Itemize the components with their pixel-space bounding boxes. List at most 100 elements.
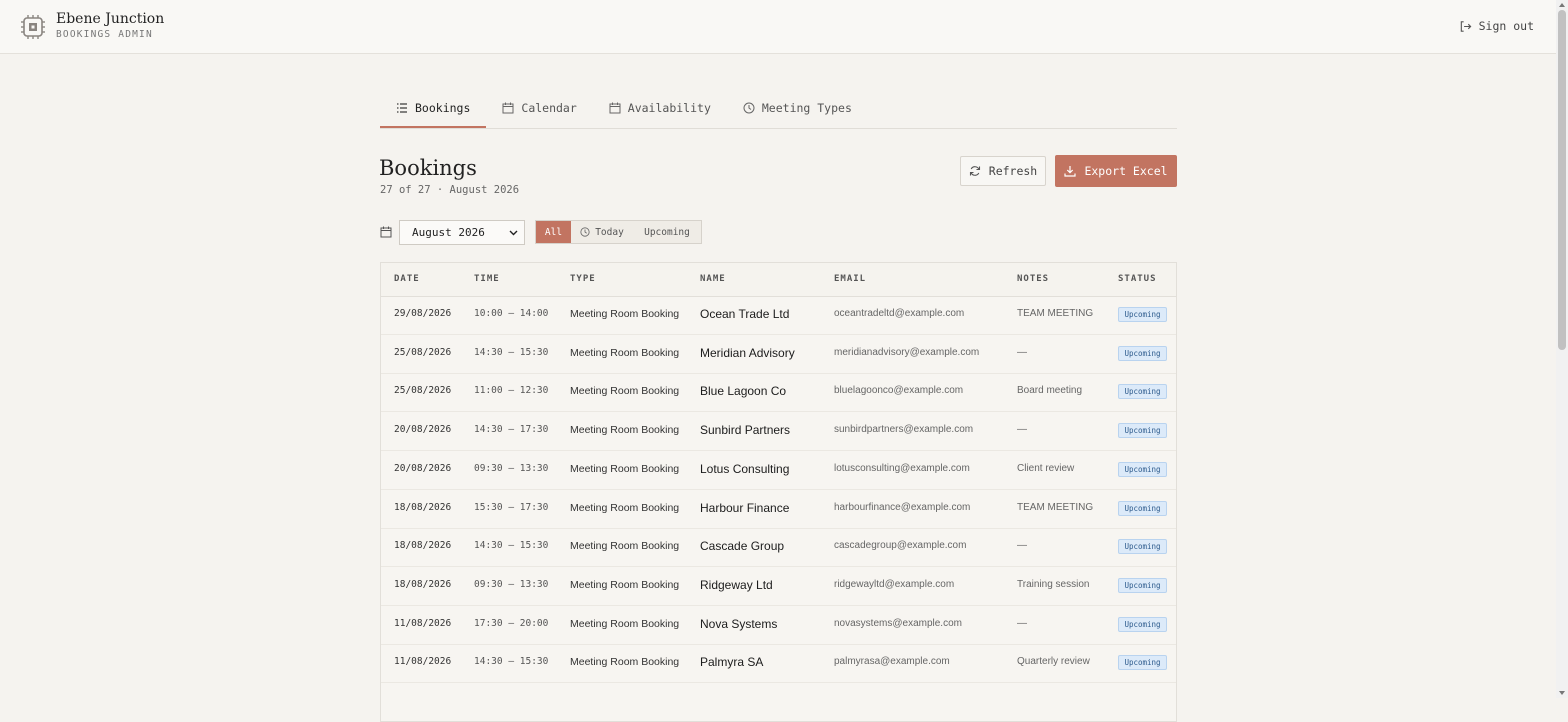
row-notes: TEAM MEETING [1017, 501, 1094, 513]
status-badge: Upcoming [1118, 577, 1167, 593]
scroll-up-arrow-icon[interactable] [1559, 3, 1565, 7]
main-tabs: Bookings Calendar Availability Meeting T… [380, 89, 1177, 129]
scroll-thumb[interactable] [1558, 10, 1566, 350]
tab-calendar[interactable]: Calendar [486, 89, 592, 127]
table-row[interactable]: 25/08/2026 14:30 – 15:30 Meeting Room Book… [381, 335, 1176, 374]
brand-name: Ebene Junction [56, 11, 165, 27]
table-row[interactable]: 18/08/2026 09:30 – 13:30 Meeting Room Book… [381, 567, 1176, 606]
tab-calendar-label: Calendar [521, 101, 577, 115]
table-header: DATE TIME TYPE NAME EMAIL NOTES STATUS [381, 263, 1176, 297]
row-date: 11/08/2026 [394, 617, 452, 629]
row-email[interactable]: oceantradeltd@example.com [834, 308, 964, 319]
month-select[interactable]: August 2026 [399, 220, 525, 245]
row-time: 11:00 – 12:30 [474, 385, 549, 397]
month-select-value: August 2026 [412, 226, 485, 239]
tab-bookings[interactable]: Bookings [380, 89, 487, 128]
row-notes: — [1017, 424, 1027, 436]
row-time: 14:30 – 15:30 [474, 346, 549, 358]
row-type: Meeting Room Booking [570, 656, 680, 669]
filter-segmented-control: All Today Upcoming [535, 220, 702, 244]
status-badge: Upcoming [1118, 539, 1167, 555]
row-email[interactable]: meridianadvisory@example.com [834, 347, 979, 358]
download-icon [1064, 166, 1077, 177]
row-email[interactable]: lotusconsulting@example.com [834, 463, 970, 474]
filter-all-button[interactable]: All [536, 221, 571, 243]
row-email[interactable]: ridgewayltd@example.com [834, 579, 954, 590]
tab-meeting-types[interactable]: Meeting Types [727, 89, 868, 127]
row-type: Meeting Room Booking [570, 578, 680, 591]
sign-out-icon [1460, 20, 1472, 32]
row-notes: Quarterly review [1017, 656, 1090, 668]
row-time: 09:30 – 13:30 [474, 462, 549, 474]
calendar-icon [609, 102, 621, 114]
filter-today-button[interactable]: Today [571, 221, 633, 243]
tab-bookings-label: Bookings [415, 100, 471, 115]
top-bar: Ebene Junction BOOKINGS ADMIN Sign out [0, 0, 1556, 54]
table-row[interactable]: 11/08/2026 14:30 – 15:30 Meeting Room Book… [381, 644, 1176, 684]
status-badge: Upcoming [1118, 616, 1167, 632]
column-header-email[interactable]: EMAIL [834, 274, 866, 284]
chevron-down-icon [509, 230, 518, 235]
export-excel-button[interactable]: Export Excel [1055, 155, 1177, 187]
table-row[interactable]: 11/08/2026 17:30 – 20:00 Meeting Room Book… [381, 606, 1176, 645]
row-time: 14:30 – 15:30 [474, 540, 549, 552]
row-time: 15:30 – 17:30 [474, 501, 549, 513]
row-notes: TEAM MEETING [1017, 308, 1094, 319]
filter-upcoming-button[interactable]: Upcoming [633, 221, 701, 243]
export-label: Export Excel [1084, 164, 1168, 178]
scroll-down-arrow-icon[interactable] [1559, 691, 1565, 695]
row-name: Meridian Advisory [700, 345, 795, 360]
row-date: 18/08/2026 [394, 501, 452, 513]
row-type: Meeting Room Booking [570, 346, 680, 359]
tab-meeting-types-label: Meeting Types [761, 101, 852, 115]
row-date: 20/08/2026 [394, 424, 452, 436]
column-header-name[interactable]: NAME [700, 274, 726, 284]
table-row[interactable]: 20/08/2026 14:30 – 17:30 Meeting Room Book… [381, 412, 1176, 452]
page-scrollbar[interactable] [1556, 0, 1568, 698]
refresh-button[interactable]: Refresh [960, 156, 1046, 186]
row-email[interactable]: sunbirdpartners@example.com [834, 424, 973, 435]
row-date: 29/08/2026 [394, 308, 452, 319]
column-header-notes[interactable]: NOTES [1017, 274, 1049, 284]
sign-out-button[interactable]: Sign out [1459, 19, 1534, 33]
row-name: Sunbird Partners [700, 423, 791, 438]
tab-availability[interactable]: Availability [593, 89, 727, 127]
logo-icon [21, 15, 45, 39]
calendar-icon [380, 226, 392, 238]
row-type: Meeting Room Booking [570, 385, 680, 398]
column-header-type[interactable]: TYPE [570, 274, 596, 284]
row-email[interactable]: bluelagoonco@example.com [834, 385, 963, 396]
table-row[interactable]: 29/08/2026 10:00 – 14:00 Meeting Room Book… [381, 296, 1176, 335]
row-date: 25/08/2026 [394, 346, 452, 358]
row-notes: Training session [1017, 578, 1090, 590]
row-name: Ridgeway Ltd [700, 577, 773, 592]
row-type: Meeting Room Booking [570, 540, 680, 553]
row-time: 14:30 – 15:30 [474, 656, 549, 668]
row-date: 18/08/2026 [394, 540, 452, 552]
status-badge: Upcoming [1118, 655, 1167, 671]
table-row[interactable]: 25/08/2026 11:00 – 12:30 Meeting Room Book… [381, 373, 1176, 413]
status-badge: Upcoming [1118, 307, 1167, 322]
clock-icon [580, 227, 590, 237]
tab-availability-label: Availability [627, 101, 711, 115]
row-email[interactable]: cascadegroup@example.com [834, 540, 966, 551]
row-email[interactable]: harbourfinance@example.com [834, 502, 970, 513]
row-date: 11/08/2026 [394, 656, 452, 668]
row-name: Nova Systems [700, 616, 778, 631]
table-row[interactable]: 20/08/2026 09:30 – 13:30 Meeting Room Book… [381, 451, 1176, 490]
table-row[interactable]: 18/08/2026 14:30 – 15:30 Meeting Room Book… [381, 528, 1176, 568]
row-name: Harbour Finance [700, 500, 790, 515]
row-notes: — [1017, 346, 1027, 358]
row-name: Palmyra SA [700, 655, 764, 670]
row-name: Lotus Consulting [700, 461, 790, 476]
page-title: Bookings [379, 156, 477, 180]
row-time: 14:30 – 17:30 [474, 424, 549, 436]
row-name: Ocean Trade Ltd [700, 307, 790, 321]
column-header-status[interactable]: STATUS [1118, 274, 1157, 284]
column-header-time[interactable]: TIME [474, 274, 500, 284]
row-notes: — [1017, 540, 1027, 552]
column-header-date[interactable]: DATE [394, 274, 420, 284]
row-email[interactable]: palmyrasa@example.com [834, 656, 950, 667]
row-email[interactable]: novasystems@example.com [834, 618, 962, 629]
table-row[interactable]: 18/08/2026 15:30 – 17:30 Meeting Room Book… [381, 490, 1176, 529]
